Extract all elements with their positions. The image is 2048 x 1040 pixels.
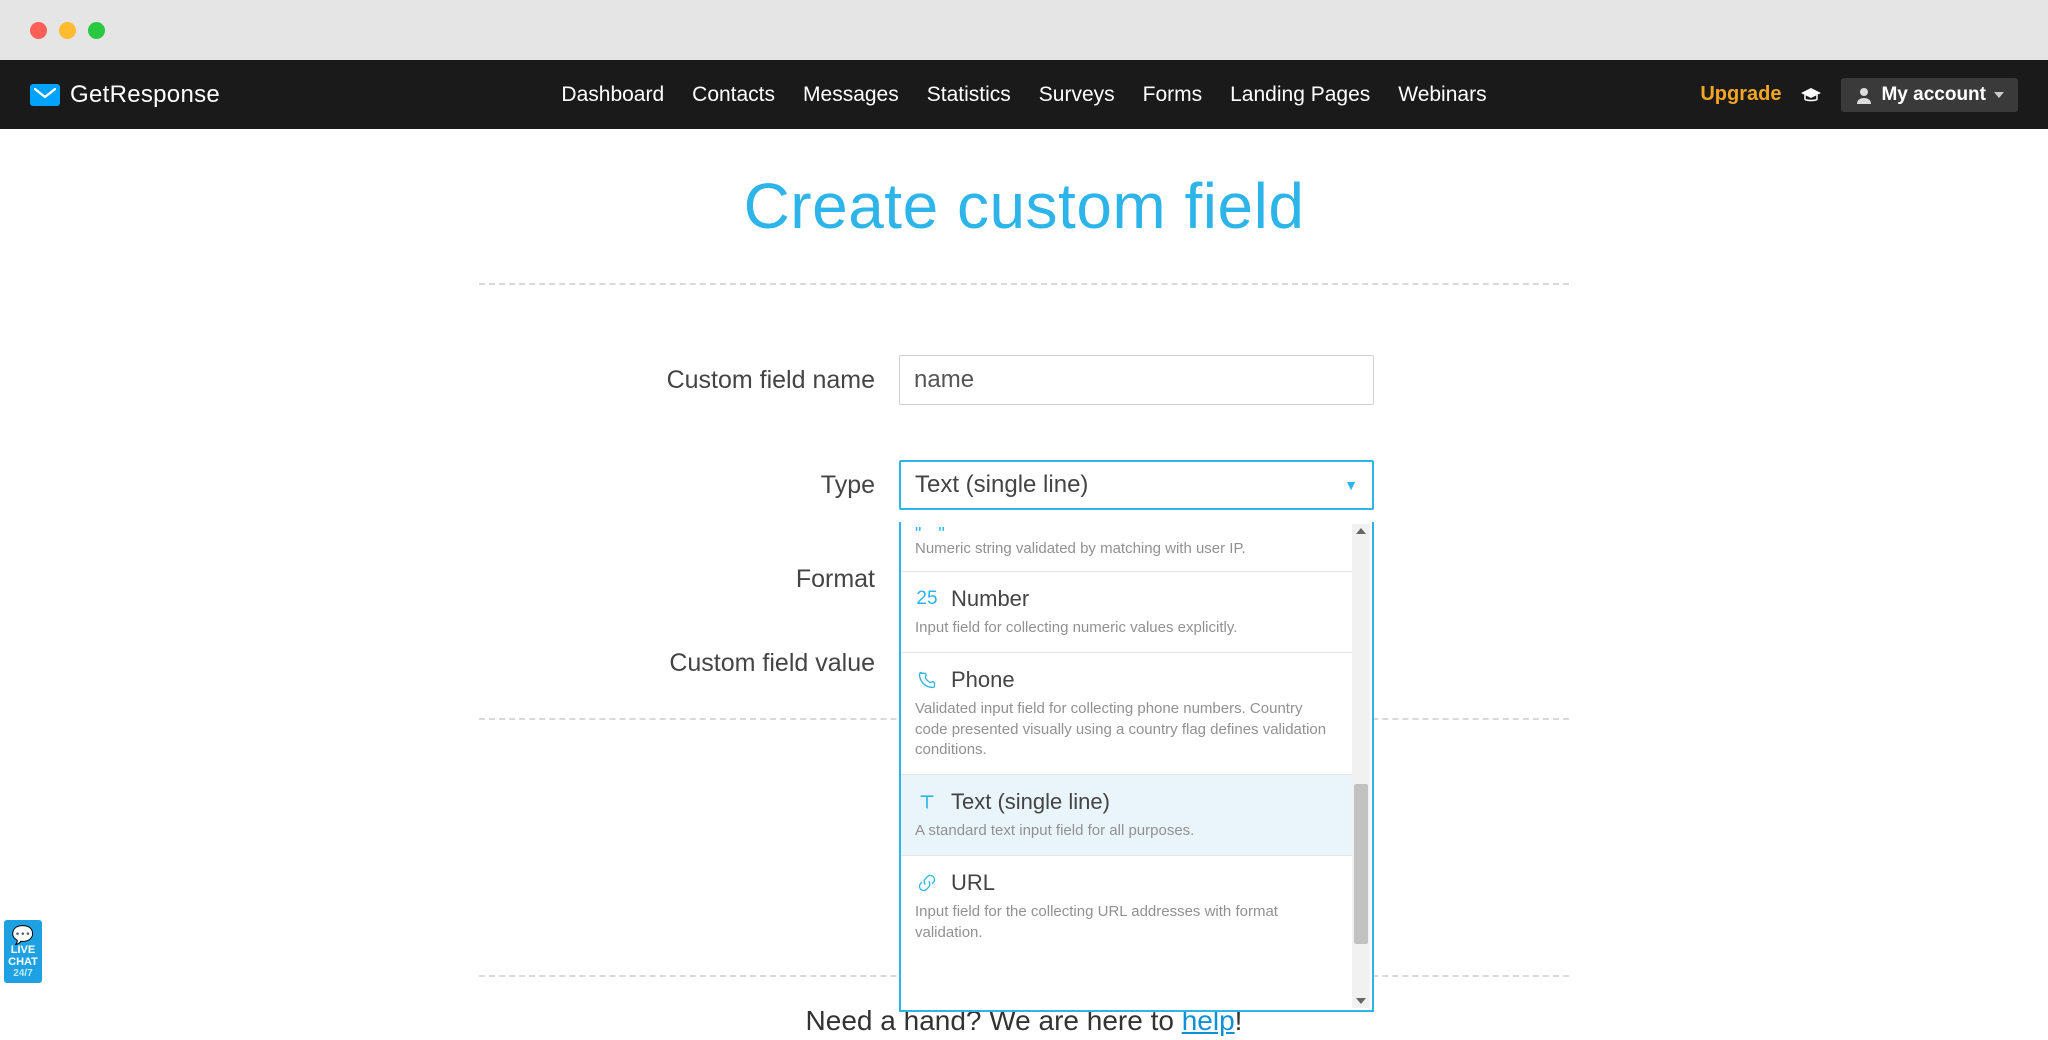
phone-icon [915, 670, 939, 690]
window-zoom-dot[interactable] [88, 22, 105, 39]
brand-envelope-icon [30, 84, 60, 106]
dropdown-scrollbar[interactable] [1352, 524, 1370, 1008]
quote-icon: " " [915, 530, 1338, 540]
dropdown-item-url[interactable]: URL Input field for the collecting URL a… [901, 856, 1352, 957]
scroll-up-icon [1356, 528, 1366, 534]
chat-bubble-icon: 💬 [4, 926, 42, 944]
type-select[interactable]: Text (single line) ▼ [899, 460, 1374, 510]
page: Create custom field Custom field name Ty… [0, 169, 2048, 1037]
header-right: Upgrade My account [1700, 78, 2018, 112]
number-icon: 25 [915, 588, 939, 610]
my-account-label: My account [1881, 84, 1986, 106]
upgrade-link[interactable]: Upgrade [1700, 83, 1781, 106]
label-custom-field-name: Custom field name [479, 366, 899, 395]
dropdown-item-label: URL [951, 870, 995, 896]
user-icon [1855, 86, 1873, 104]
page-title: Create custom field [0, 169, 2048, 243]
live-chat-line1: LIVE [4, 944, 42, 956]
label-type: Type [479, 471, 899, 500]
type-select-value: Text (single line) [915, 471, 1088, 499]
row-type: Type Text (single line) ▼ [479, 460, 1569, 510]
brand[interactable]: GetResponse [30, 81, 220, 109]
window-minimize-dot[interactable] [59, 22, 76, 39]
dropdown-item-number[interactable]: 25 Number Input field for collecting num… [901, 572, 1352, 653]
live-chat-button[interactable]: 💬 LIVE CHAT 24/7 [4, 920, 42, 983]
form-area: Custom field name Type Text (single line… [479, 285, 1569, 977]
scroll-down-icon [1356, 998, 1366, 1004]
nav-forms[interactable]: Forms [1143, 83, 1203, 107]
nav-landing-pages[interactable]: Landing Pages [1230, 83, 1370, 107]
dropdown-item-text-single-line[interactable]: Text (single line) A standard text input… [901, 775, 1352, 856]
main-nav: Dashboard Contacts Messages Statistics S… [561, 83, 1486, 107]
nav-surveys[interactable]: Surveys [1039, 83, 1115, 107]
dropdown-item-label: Number [951, 586, 1029, 612]
dropdown-item-desc: A standard text input field for all purp… [915, 821, 1338, 841]
dropdown-item-desc: Input field for collecting numeric value… [915, 618, 1338, 638]
link-icon [915, 873, 939, 893]
label-custom-field-value: Custom field value [479, 649, 899, 678]
type-dropdown-panel: " " Numeric string validated by matching… [899, 522, 1374, 1012]
window-close-dot[interactable] [30, 22, 47, 39]
graduation-cap-icon[interactable] [1799, 86, 1823, 104]
scrollbar-thumb[interactable] [1354, 784, 1368, 944]
my-account-button[interactable]: My account [1841, 78, 2018, 112]
live-chat-line3: 24/7 [4, 968, 42, 979]
dropdown-item-phone[interactable]: Phone Validated input field for collecti… [901, 653, 1352, 775]
dropdown-partial-desc: Numeric string validated by matching wit… [915, 540, 1246, 557]
dropdown-item-desc: Validated input field for collecting pho… [915, 699, 1338, 760]
dropdown-item-label: Phone [951, 667, 1015, 693]
label-format: Format [479, 565, 899, 594]
top-bar: GetResponse Dashboard Contacts Messages … [0, 60, 2048, 129]
row-custom-field-name: Custom field name [479, 355, 1569, 405]
brand-name: GetResponse [70, 81, 220, 109]
custom-field-name-input[interactable] [899, 355, 1374, 405]
dropdown-partial-item-top[interactable]: " " Numeric string validated by matching… [901, 522, 1352, 572]
text-icon [915, 792, 939, 812]
nav-contacts[interactable]: Contacts [692, 83, 775, 107]
dropdown-item-label: Text (single line) [951, 789, 1110, 815]
dropdown-item-desc: Input field for the collecting URL addre… [915, 902, 1338, 943]
nav-statistics[interactable]: Statistics [927, 83, 1011, 107]
chevron-down-icon [1994, 92, 2004, 98]
nav-webinars[interactable]: Webinars [1398, 83, 1486, 107]
browser-chrome [0, 0, 2048, 60]
nav-messages[interactable]: Messages [803, 83, 899, 107]
nav-dashboard[interactable]: Dashboard [561, 83, 664, 107]
chevron-down-icon: ▼ [1344, 477, 1358, 493]
live-chat-line2: CHAT [4, 956, 42, 968]
